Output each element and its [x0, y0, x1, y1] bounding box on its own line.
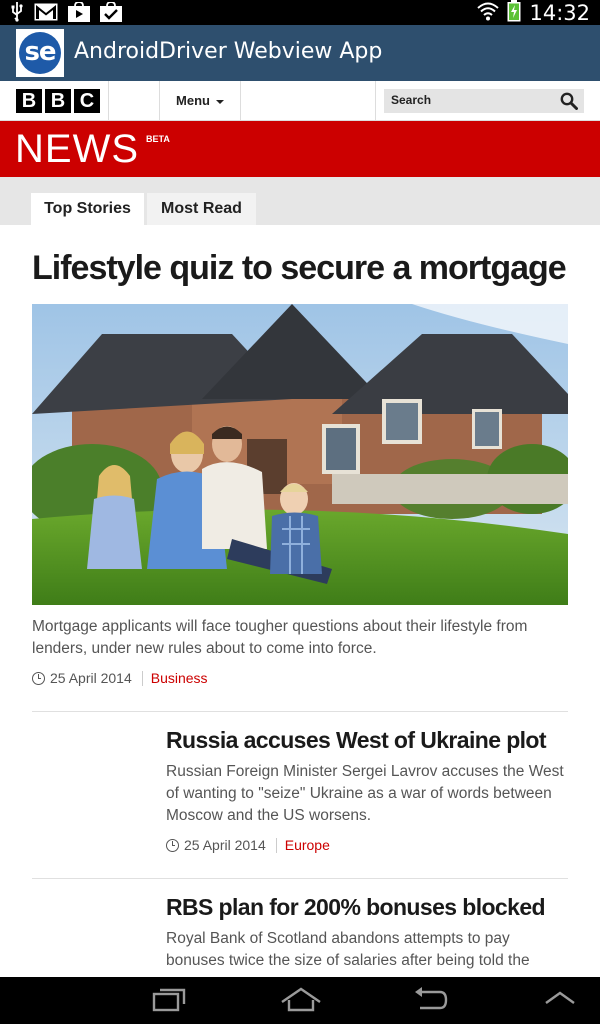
search-input[interactable]: Search — [384, 89, 584, 113]
menu-label: Menu — [176, 93, 210, 108]
lead-story-image[interactable] — [32, 304, 568, 605]
app-logo-text: se — [19, 32, 61, 74]
bbc-logo-block: B — [45, 89, 71, 113]
home-icon[interactable] — [280, 986, 322, 1018]
search-icon[interactable] — [560, 92, 578, 114]
system-icons: 14:32 — [477, 0, 590, 25]
notification-icons — [10, 1, 122, 26]
back-icon[interactable] — [412, 986, 448, 1018]
bbc-logo-block: B — [16, 89, 42, 113]
app-action-bar: se AndroidDriver Webview App — [0, 25, 600, 81]
search-placeholder: Search — [391, 93, 432, 107]
lead-story-title[interactable]: Lifestyle quiz to secure a mortgage — [32, 249, 577, 288]
story-title[interactable]: Russia accuses West of Ukraine plot — [166, 727, 586, 754]
stories-content: Lifestyle quiz to secure a mortgage Mort… — [0, 225, 600, 977]
clock-icon — [32, 671, 45, 685]
tab-most-read[interactable]: Most Read — [147, 193, 256, 225]
play-store-icon — [68, 1, 90, 26]
clock-icon — [166, 838, 179, 852]
tab-bar: Top Stories Most Read — [0, 177, 600, 225]
status-bar: 14:32 — [0, 0, 600, 25]
bbc-logo[interactable]: B B C — [16, 89, 100, 113]
beta-badge: BETA — [146, 134, 170, 144]
masthead-divider — [375, 81, 376, 121]
bbc-masthead: B B C Menu Search — [0, 81, 600, 121]
lead-story-summary: Mortgage applicants will face tougher qu… — [32, 618, 528, 657]
story-divider — [32, 878, 568, 879]
tab-top-stories[interactable]: Top Stories — [31, 193, 144, 225]
status-time: 14:32 — [529, 0, 590, 25]
bbc-logo-block: C — [74, 89, 100, 113]
story-date: 25 April 2014 — [184, 837, 266, 853]
meta-separator — [141, 670, 143, 686]
news-logo[interactable]: NEWS — [15, 128, 139, 170]
meta-separator — [275, 837, 277, 853]
story-date: 25 April 2014 — [50, 670, 132, 686]
story-category-link[interactable]: Europe — [285, 837, 330, 853]
usb-icon — [10, 2, 24, 26]
navigation-bar — [0, 977, 600, 1024]
masthead-divider — [108, 81, 109, 121]
recent-apps-icon[interactable] — [152, 986, 188, 1018]
story-summary: Royal Bank of Scotland abandons attempts… — [166, 930, 530, 969]
story-meta: 25 April 2014 Europe — [166, 837, 330, 853]
app-title: AndroidDriver Webview App — [74, 39, 383, 64]
download-done-icon — [100, 1, 122, 26]
gmail-icon — [34, 3, 58, 25]
app-logo[interactable]: se — [16, 29, 64, 77]
battery-charging-icon — [507, 0, 521, 26]
news-banner: NEWS BETA — [0, 121, 600, 177]
masthead-divider — [240, 81, 241, 121]
story-divider — [32, 711, 568, 712]
wifi-icon — [477, 1, 500, 25]
caret-down-icon — [215, 99, 224, 104]
story-category-link[interactable]: Business — [151, 670, 208, 686]
collapse-up-icon[interactable] — [544, 989, 576, 1011]
lead-story-meta: 25 April 2014 Business — [32, 670, 208, 686]
story-summary: Russian Foreign Minister Sergei Lavrov a… — [166, 763, 564, 824]
story-title[interactable]: RBS plan for 200% bonuses blocked — [166, 894, 586, 921]
menu-button[interactable]: Menu — [160, 81, 240, 121]
